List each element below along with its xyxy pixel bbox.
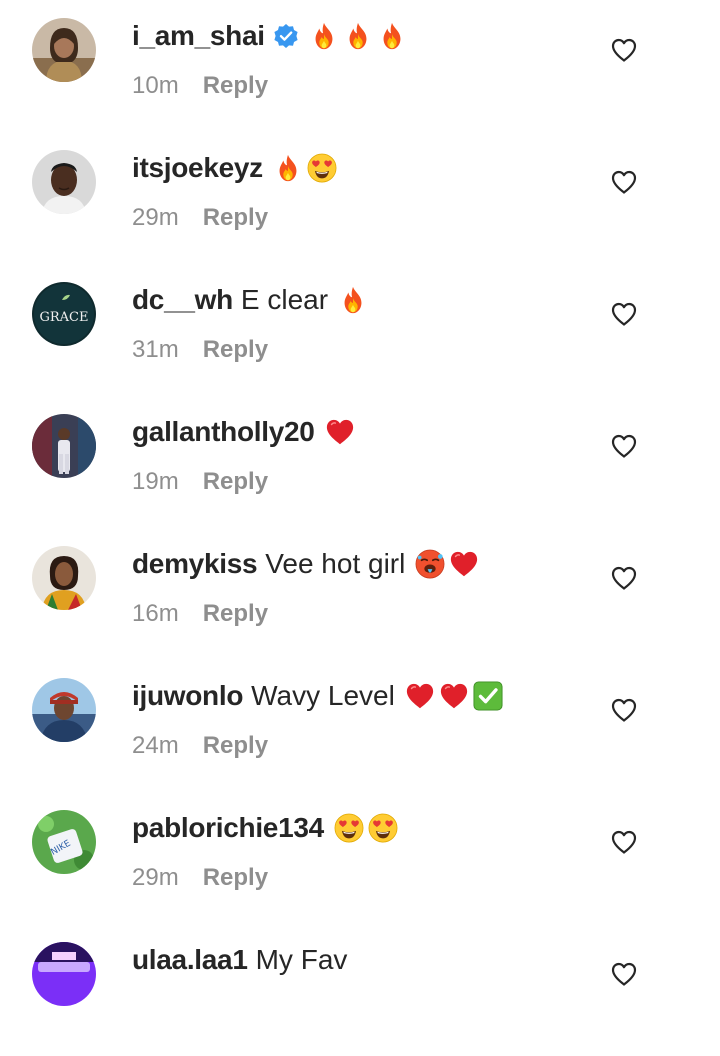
avatar-logo-text: GRACE (40, 310, 89, 325)
reply-button[interactable]: Reply (203, 600, 268, 628)
comment-emojis (315, 417, 355, 447)
comment-row: NIKE pablorichie134 29m Reply (0, 792, 720, 924)
comment-emojis (324, 813, 398, 843)
reply-button[interactable]: Reply (203, 468, 268, 496)
fire-emoji-icon (338, 285, 368, 315)
comment-text: My Fav (255, 944, 348, 975)
username[interactable]: pablorichie134 (132, 812, 324, 844)
comment-text: E clear (240, 284, 329, 315)
avatar[interactable] (32, 18, 96, 82)
comment-content: pablorichie134 (132, 806, 398, 850)
timestamp: 10m (132, 72, 179, 99)
fire-emoji-icon (273, 153, 303, 183)
username[interactable]: gallantholly20 (132, 416, 315, 448)
username[interactable]: ijuwonlo (132, 680, 243, 712)
like-heart-icon[interactable] (610, 300, 638, 328)
like-heart-icon[interactable] (610, 564, 638, 592)
fire-emoji-icon (343, 21, 373, 51)
comment-content: gallantholly20 (132, 410, 355, 454)
comment-text: Vee hot girl (265, 548, 406, 579)
timestamp: 16m (132, 600, 179, 627)
like-heart-icon[interactable] (610, 168, 638, 196)
comment-content: ulaa.laa1 My Fav (132, 938, 347, 982)
comment-row: itsjoekeyz 29m Reply (0, 132, 720, 264)
comment-emojis (405, 549, 479, 579)
timestamp: 29m (132, 864, 179, 891)
avatar[interactable] (32, 414, 96, 478)
timestamp: 31m (132, 336, 179, 363)
fire-emoji-icon (309, 21, 339, 51)
timestamp: 29m (132, 204, 179, 231)
username[interactable]: demykiss (132, 548, 258, 580)
comment-emojis (299, 21, 407, 51)
avatar[interactable] (32, 942, 96, 1006)
comment-row: gallantholly20 19m Reply (0, 396, 720, 528)
red-heart-emoji-icon (325, 417, 355, 447)
avatar[interactable] (32, 678, 96, 742)
reply-button[interactable]: Reply (203, 72, 268, 100)
red-heart-emoji-icon (405, 681, 435, 711)
comment-row: GRACE dc__wh E clear 31m Reply (0, 264, 720, 396)
check-mark-emoji-icon (473, 681, 503, 711)
comment-content: itsjoekeyz (132, 146, 337, 190)
red-heart-emoji-icon (449, 549, 479, 579)
comment-row: ijuwonlo Wavy Level 24m Reply (0, 660, 720, 792)
reply-button[interactable]: Reply (203, 864, 268, 892)
comment-emojis (263, 153, 337, 183)
red-heart-emoji-icon (439, 681, 469, 711)
verified-badge-icon (273, 23, 299, 49)
comment-meta: 31m Reply (132, 334, 268, 366)
comment-row: i_am_shai 10m Reply (0, 0, 720, 132)
comment-content: demykiss Vee hot girl (132, 542, 479, 586)
avatar[interactable]: NIKE (32, 810, 96, 874)
reply-button[interactable]: Reply (203, 732, 268, 760)
comment-meta: 24m Reply (132, 730, 268, 762)
reply-button[interactable]: Reply (203, 336, 268, 364)
comment-meta: 29m Reply (132, 202, 268, 234)
comment-row: ulaa.laa1 My Fav (0, 924, 720, 1056)
username[interactable]: dc__wh (132, 284, 233, 316)
heart-eyes-emoji-icon (334, 813, 364, 843)
comment-row: demykiss Vee hot girl 16m Reply (0, 528, 720, 660)
timestamp: 19m (132, 468, 179, 495)
like-heart-icon[interactable] (610, 960, 638, 988)
comment-emojis (395, 681, 503, 711)
comment-content: dc__wh E clear (132, 278, 368, 322)
username[interactable]: itsjoekeyz (132, 152, 263, 184)
comment-content: ijuwonlo Wavy Level (132, 674, 503, 718)
like-heart-icon[interactable] (610, 828, 638, 856)
username[interactable]: i_am_shai (132, 20, 265, 52)
timestamp: 24m (132, 732, 179, 759)
heart-eyes-emoji-icon (307, 153, 337, 183)
heart-eyes-emoji-icon (368, 813, 398, 843)
comment-meta: 19m Reply (132, 466, 268, 498)
like-heart-icon[interactable] (610, 696, 638, 724)
fire-emoji-icon (377, 21, 407, 51)
comment-text: Wavy Level (251, 680, 395, 711)
comment-meta: 16m Reply (132, 598, 268, 630)
comment-meta: 29m Reply (132, 862, 268, 894)
comment-meta: 10m Reply (132, 70, 268, 102)
comment-content: i_am_shai (132, 14, 407, 58)
reply-button[interactable]: Reply (203, 204, 268, 232)
like-heart-icon[interactable] (610, 432, 638, 460)
avatar[interactable]: GRACE (32, 282, 96, 346)
avatar[interactable] (32, 546, 96, 610)
username[interactable]: ulaa.laa1 (132, 944, 248, 976)
avatar[interactable] (32, 150, 96, 214)
comment-emojis (328, 285, 368, 315)
like-heart-icon[interactable] (610, 36, 638, 64)
hot-face-emoji-icon (415, 549, 445, 579)
